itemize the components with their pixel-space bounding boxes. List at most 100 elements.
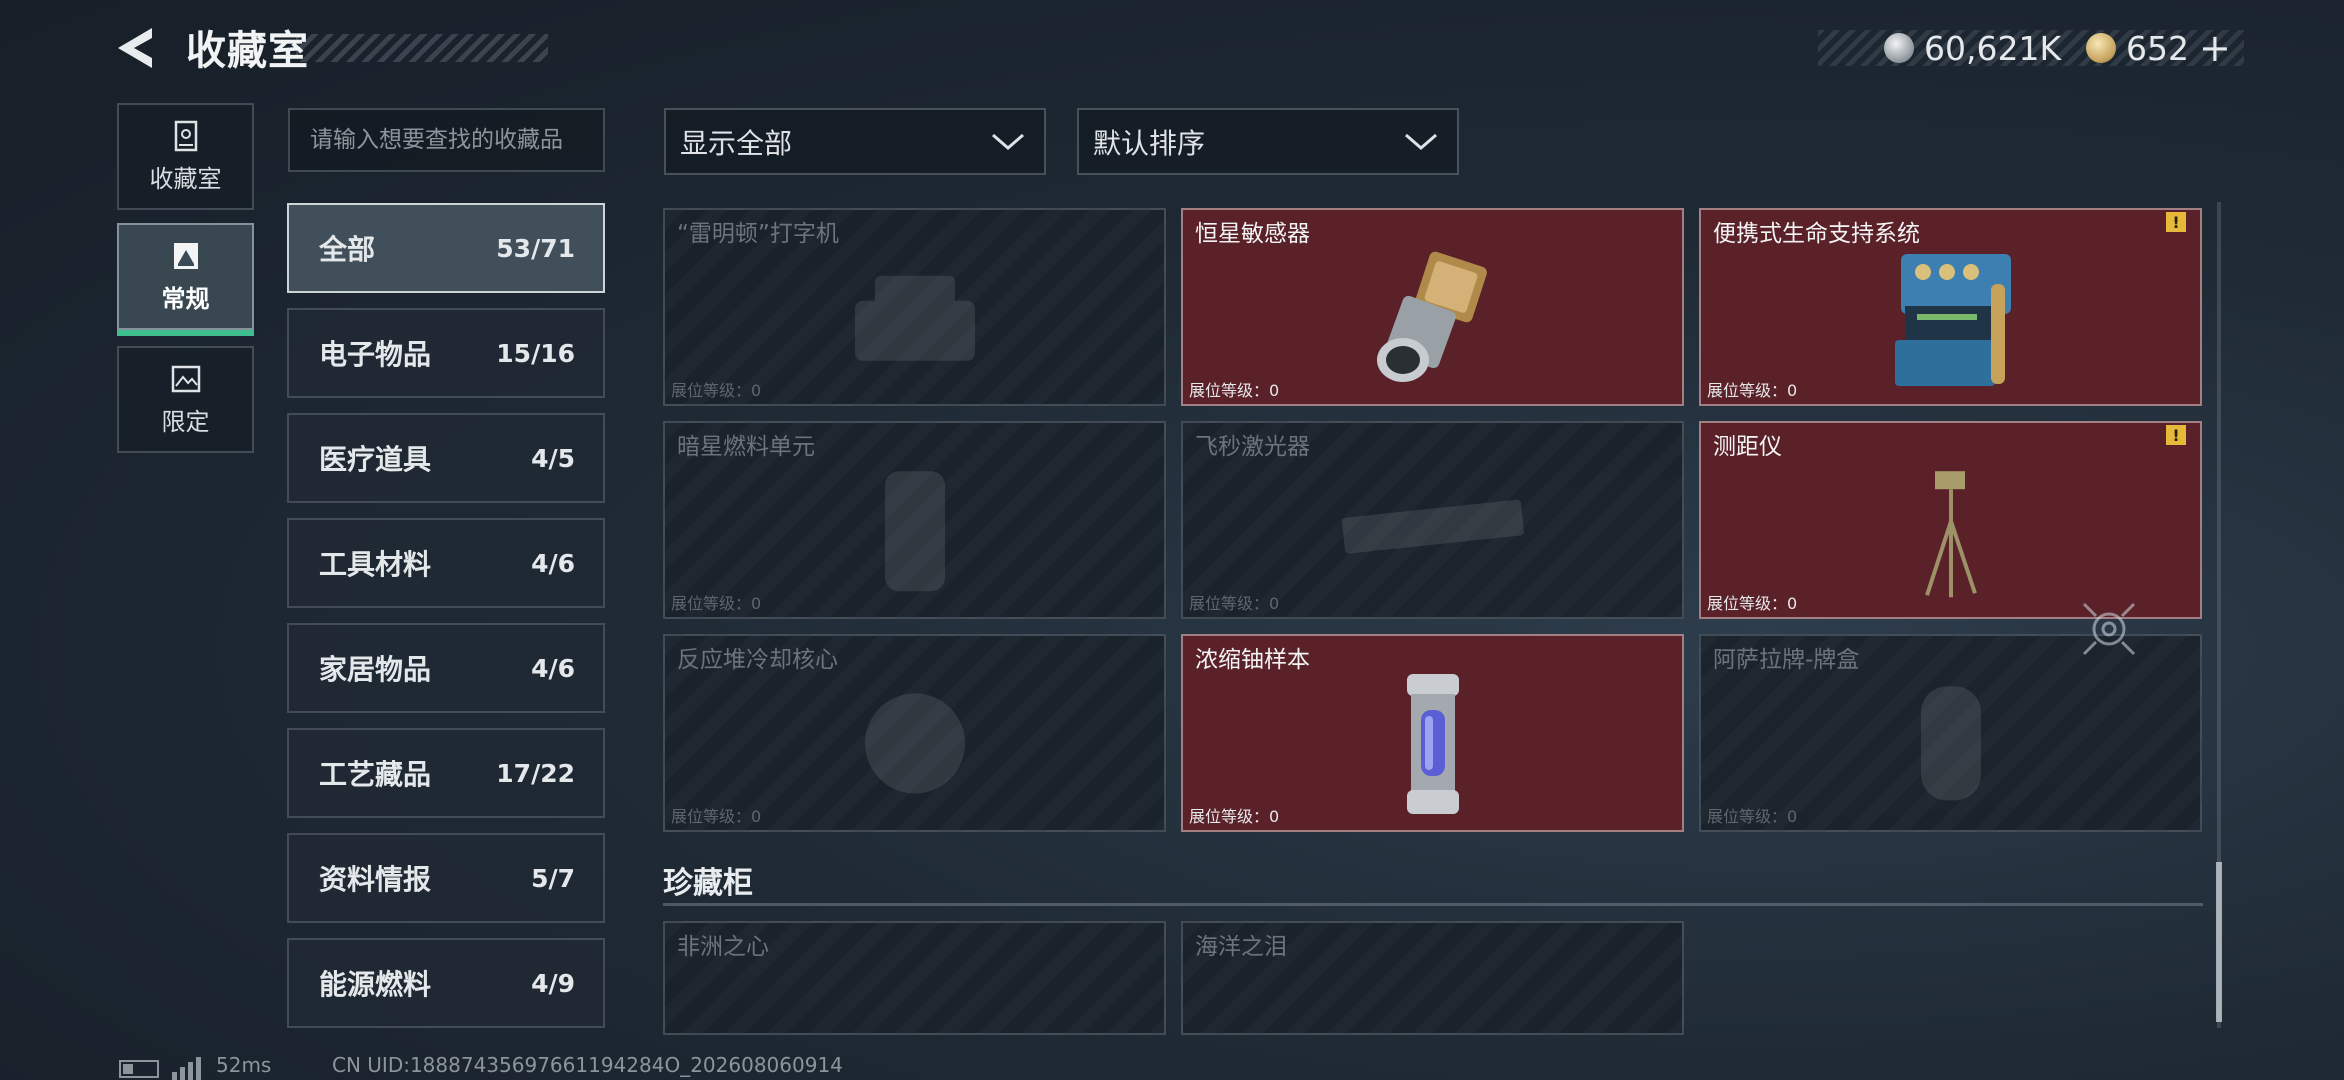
card-level: 展位等级：0: [1189, 807, 1280, 826]
category-count: 4/6: [531, 548, 575, 578]
category-intel[interactable]: 资料情报 5/7: [287, 833, 605, 923]
category-count: 5/7: [531, 863, 575, 893]
uid-text: CN UID:18887435697661194284O_20260806091…: [332, 1053, 843, 1077]
card-level: 展位等级：0: [671, 381, 762, 400]
category-count: 4/9: [531, 968, 575, 998]
treasure-card[interactable]: 海洋之泪: [1181, 921, 1684, 1035]
battery-icon: [119, 1060, 159, 1078]
crosshair-icon: [2082, 602, 2136, 656]
chevron-down-icon: [1405, 133, 1437, 150]
category-name: 工艺藏品: [319, 758, 432, 791]
tab-collection-room[interactable]: 收藏室: [117, 103, 254, 210]
chevron-down-icon: [992, 133, 1024, 150]
page-title: 收藏室: [186, 28, 309, 74]
reactor-core-icon: [864, 693, 965, 794]
tab-regular-label: 常规: [161, 285, 210, 313]
card-level: 展位等级：0: [1189, 594, 1280, 613]
landscape-frame-icon: [171, 365, 200, 393]
category-name: 能源燃料: [319, 968, 432, 1001]
uranium-canister-icon: [1406, 674, 1459, 814]
title-decoration: [296, 34, 548, 62]
card-level: 展位等级：0: [1707, 594, 1798, 613]
ping-text: 52ms: [216, 1053, 272, 1077]
category-name: 电子物品: [319, 338, 432, 371]
card-title: 暗星燃料单元: [677, 434, 815, 460]
category-count: 15/16: [496, 338, 575, 368]
collection-card[interactable]: 反应堆冷却核心 展位等级：0: [663, 634, 1166, 832]
treasure-card[interactable]: 非洲之心: [663, 921, 1166, 1035]
collection-card[interactable]: 暗星燃料单元 展位等级：0: [663, 421, 1166, 619]
silver-currency-value: 60,621K: [1924, 28, 2062, 68]
sort-value: 默认排序: [1093, 126, 1206, 160]
photo-frame-icon: [173, 243, 198, 269]
star-sensor-icon: [1376, 251, 1487, 382]
category-electronics[interactable]: 电子物品 15/16: [287, 308, 605, 398]
typewriter-icon: [854, 275, 975, 361]
section-divider: [663, 903, 2203, 906]
category-name: 资料情报: [319, 863, 432, 896]
warning-badge-icon: !: [2166, 212, 2186, 232]
card-level: 展位等级：0: [1189, 381, 1280, 400]
tab-limited[interactable]: 限定: [117, 346, 254, 453]
collection-card[interactable]: 阿萨拉牌-牌盒 展位等级：0: [1699, 634, 2202, 832]
fuel-cell-icon: [884, 471, 945, 592]
tab-limited-label: 限定: [161, 408, 210, 436]
category-medical[interactable]: 医疗道具 4/5: [287, 413, 605, 503]
category-energy[interactable]: 能源燃料 4/9: [287, 938, 605, 1028]
laser-icon: [1341, 499, 1524, 554]
silver-currency: 60,621K: [1884, 28, 2061, 68]
collection-card[interactable]: 恒星敏感器 展位等级：0: [1181, 208, 1684, 406]
card-title: “雷明顿”打字机: [677, 221, 839, 247]
card-title: 非洲之心: [677, 934, 769, 960]
card-title: 飞秒激光器: [1195, 434, 1310, 460]
collection-card[interactable]: 飞秒激光器 展位等级：0: [1181, 421, 1684, 619]
card-title: 便携式生命支持系统: [1713, 221, 1920, 247]
card-title: 测距仪: [1713, 434, 1782, 460]
treasure-section-title: 珍藏柜: [663, 866, 753, 901]
category-household[interactable]: 家居物品 4/6: [287, 623, 605, 713]
card-level: 展位等级：0: [671, 807, 762, 826]
card-title: 反应堆冷却核心: [677, 647, 838, 673]
silver-coin-icon: [1884, 33, 1914, 63]
card-level: 展位等级：0: [671, 594, 762, 613]
card-box-icon: [1920, 686, 1981, 801]
category-count: 4/5: [531, 443, 575, 473]
gold-currency-value: 652: [2126, 28, 2189, 68]
collection-card[interactable]: 测距仪 ! 展位等级：0: [1699, 421, 2202, 619]
category-name: 全部: [319, 233, 376, 266]
category-name: 医疗道具: [319, 443, 432, 476]
category-tools[interactable]: 工具材料 4/6: [287, 518, 605, 608]
warning-badge-icon: !: [2166, 425, 2186, 445]
collection-card[interactable]: 便携式生命支持系统 ! 展位等级：0: [1699, 208, 2202, 406]
cabinet-icon: [174, 120, 197, 152]
gold-coin-icon: [2086, 33, 2116, 63]
sort-dropdown[interactable]: 默认排序: [1077, 108, 1459, 175]
back-button[interactable]: [112, 22, 164, 74]
category-name: 工具材料: [319, 548, 432, 581]
card-title: 阿萨拉牌-牌盒: [1713, 647, 1860, 673]
category-crafts[interactable]: 工艺藏品 17/22: [287, 728, 605, 818]
category-count: 17/22: [496, 758, 575, 788]
card-title: 海洋之泪: [1195, 934, 1287, 960]
card-title: 恒星敏感器: [1195, 221, 1310, 247]
back-arrow-icon: [118, 28, 152, 68]
gold-currency[interactable]: 652 +: [2086, 26, 2231, 70]
card-title: 浓缩铀样本: [1195, 647, 1310, 673]
collection-card[interactable]: “雷明顿”打字机 展位等级：0: [663, 208, 1166, 406]
display-filter-value: 显示全部: [680, 126, 793, 160]
collection-card[interactable]: 浓缩铀样本 展位等级：0: [1181, 634, 1684, 832]
tab-regular[interactable]: 常规: [117, 223, 254, 336]
card-level: 展位等级：0: [1707, 807, 1798, 826]
scrollbar-thumb[interactable]: [2216, 862, 2222, 1022]
category-count: 4/6: [531, 653, 575, 683]
category-name: 家居物品: [319, 653, 432, 686]
rangefinder-icon: [1924, 471, 1977, 598]
category-all[interactable]: 全部 53/71: [287, 203, 605, 293]
add-currency-button[interactable]: +: [2199, 26, 2231, 70]
card-level: 展位等级：0: [1707, 381, 1798, 400]
search-input[interactable]: [288, 108, 605, 172]
category-count: 53/71: [496, 233, 575, 263]
display-filter-dropdown[interactable]: 显示全部: [664, 108, 1046, 175]
signal-icon: [172, 1056, 201, 1080]
life-support-icon: [1894, 254, 2011, 386]
